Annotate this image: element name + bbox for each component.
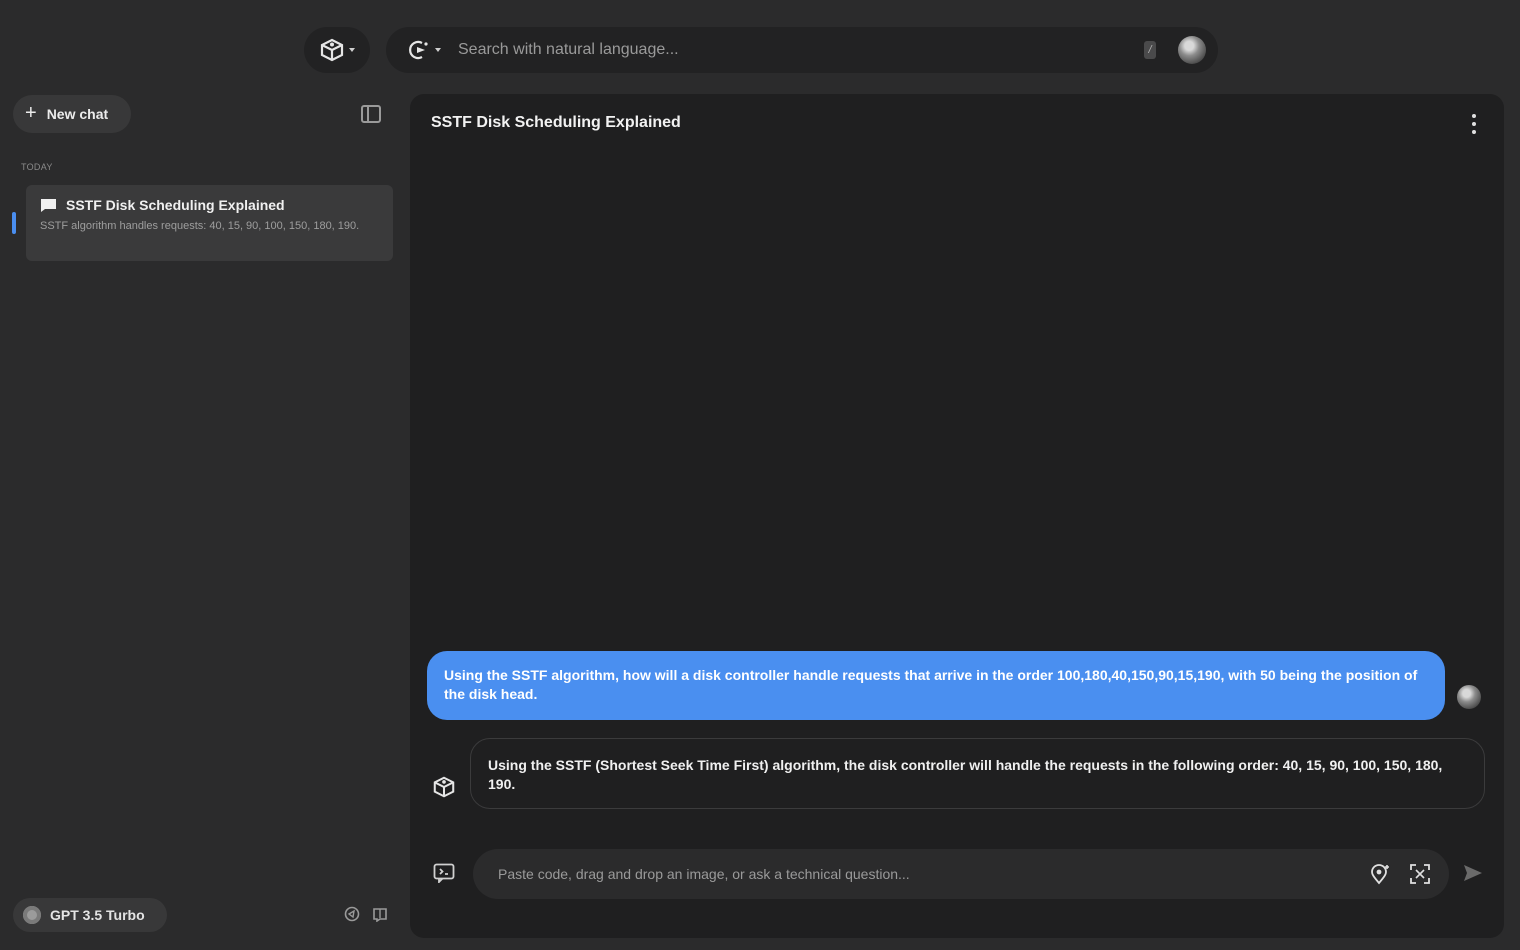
sidebar: + New chat TODAY SSTF Disk Scheduling Ex… <box>0 92 408 950</box>
chevron-down-icon <box>435 48 441 52</box>
section-label-today: TODAY <box>21 162 53 172</box>
chat-item-preview: SSTF algorithm handles requests: 40, 15,… <box>40 220 360 232</box>
chat-panel: SSTF Disk Scheduling Explained Using the… <box>410 94 1504 938</box>
kebab-icon[interactable] <box>1470 114 1478 134</box>
page-title: SSTF Disk Scheduling Explained <box>431 114 681 131</box>
model-icon <box>23 906 41 924</box>
assistant-message: Using the SSTF (Shortest Seek Time First… <box>470 738 1485 809</box>
app-logo-icon <box>320 38 344 62</box>
search-bar: / <box>386 27 1218 73</box>
avatar <box>1457 685 1481 709</box>
book-icon[interactable] <box>372 906 388 922</box>
chat-bubble-icon <box>41 198 56 212</box>
plus-icon: + <box>25 102 37 124</box>
bot-icon <box>433 776 455 798</box>
pin-icon[interactable] <box>1369 863 1391 885</box>
new-chat-label: New chat <box>46 106 109 122</box>
settings-icon[interactable] <box>344 906 360 922</box>
sidebar-toggle-icon[interactable] <box>361 105 381 123</box>
message-composer <box>473 849 1449 899</box>
user-message: Using the SSTF algorithm, how will a dis… <box>427 651 1445 720</box>
active-chat-indicator <box>12 212 16 234</box>
top-bar: / <box>0 0 1520 92</box>
sidebar-footer-icons <box>344 906 388 922</box>
scan-icon[interactable] <box>1409 863 1431 885</box>
search-scope-icon <box>409 40 428 60</box>
search-input[interactable] <box>452 41 1144 59</box>
search-scope-button[interactable] <box>396 34 452 66</box>
avatar[interactable] <box>1178 36 1206 64</box>
attach-icon[interactable] <box>433 863 455 883</box>
chat-list-item[interactable]: SSTF Disk Scheduling Explained SSTF algo… <box>26 185 393 261</box>
chevron-down-icon <box>349 48 355 52</box>
message-input[interactable] <box>498 866 1369 882</box>
model-label: GPT 3.5 Turbo <box>50 907 145 923</box>
model-selector-button[interactable]: GPT 3.5 Turbo <box>13 898 167 932</box>
search-shortcut-hint: / <box>1144 41 1156 59</box>
send-icon[interactable] <box>1463 864 1483 882</box>
chat-item-title: SSTF Disk Scheduling Explained <box>66 197 285 213</box>
new-chat-button[interactable]: + New chat <box>13 95 131 133</box>
app-switcher-button[interactable] <box>304 27 370 73</box>
